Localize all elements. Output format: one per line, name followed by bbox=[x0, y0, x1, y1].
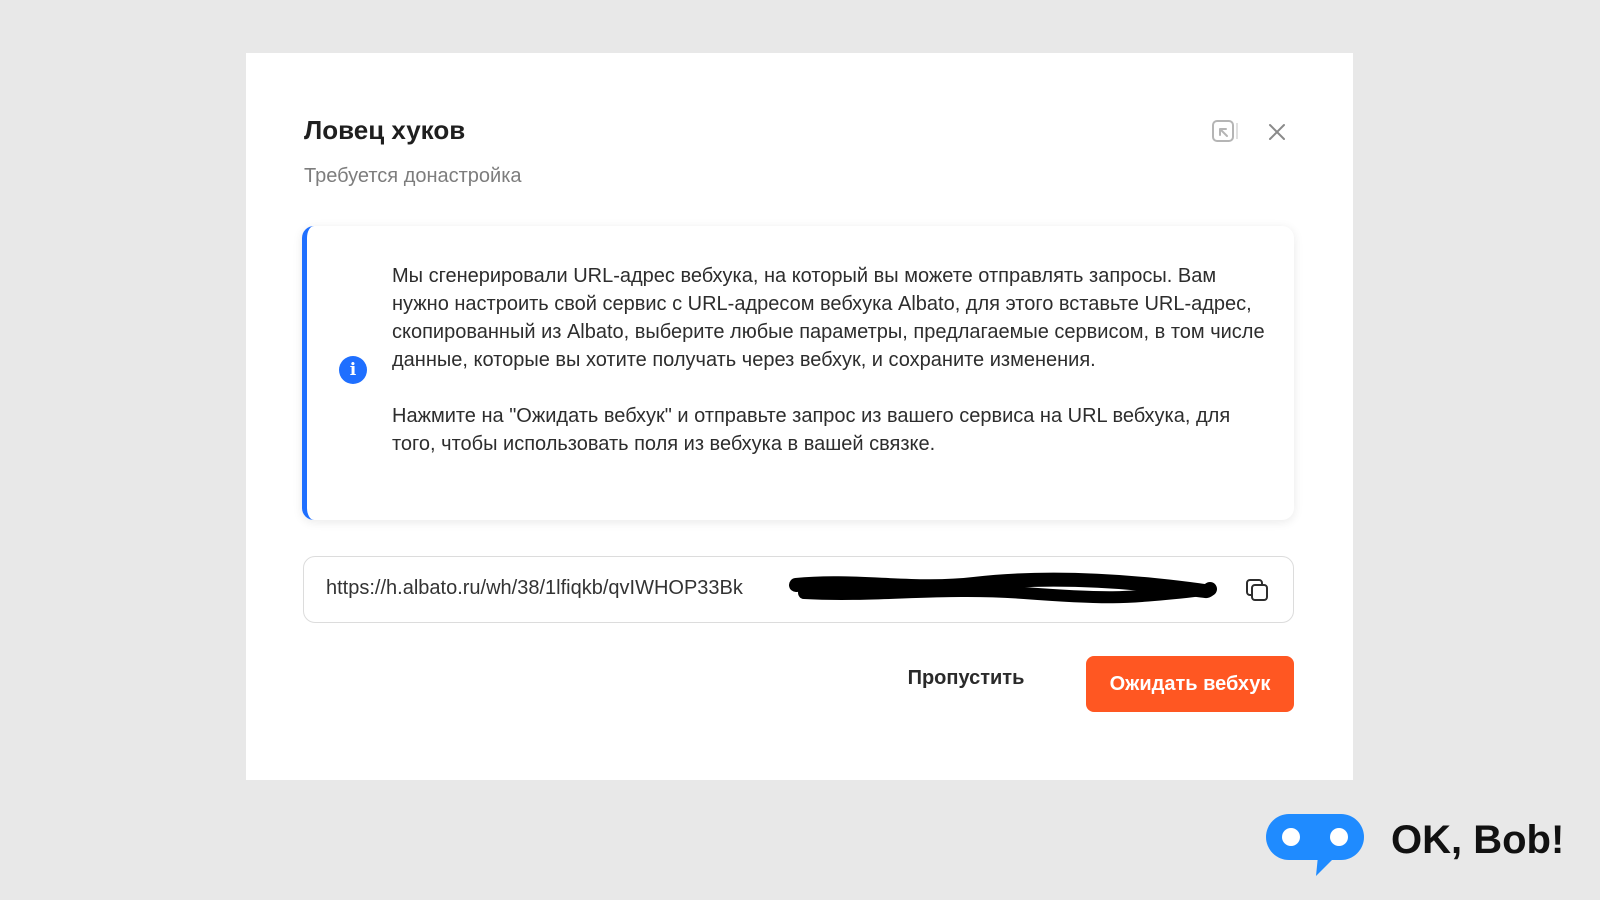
close-icon bbox=[1269, 124, 1285, 140]
skip-button[interactable]: Пропустить bbox=[901, 656, 1031, 700]
wait-webhook-button[interactable]: Ожидать вебхук bbox=[1086, 656, 1294, 712]
info-callout: i Мы сгенерировали URL-адрес вебхука, на… bbox=[302, 226, 1294, 520]
expand-window-icon bbox=[1212, 120, 1238, 142]
info-text: Мы сгенерировали URL-адрес вебхука, на к… bbox=[392, 262, 1272, 458]
copy-icon bbox=[1246, 579, 1268, 601]
info-paragraph-1: Мы сгенерировали URL-адрес вебхука, на к… bbox=[392, 265, 1265, 371]
modal-title: Ловец хуков bbox=[304, 115, 466, 145]
close-button[interactable] bbox=[1262, 117, 1292, 147]
webhook-url-value[interactable]: https://h.albato.ru/wh/38/1lfiqkb/qvIWHO… bbox=[326, 577, 743, 600]
chat-bubble-icon bbox=[1266, 814, 1364, 876]
webhook-url-field[interactable]: https://h.albato.ru/wh/38/1lfiqkb/qvIWHO… bbox=[303, 556, 1294, 623]
info-icon: i bbox=[339, 356, 367, 384]
redaction-scribble bbox=[789, 572, 1217, 604]
modal-subtitle: Требуется донастройка bbox=[304, 165, 522, 187]
info-paragraph-2: Нажмите на "Ожидать вебхук" и отправьте … bbox=[392, 405, 1231, 455]
expand-button[interactable] bbox=[1210, 117, 1240, 147]
brand-watermark: OK, Bob! bbox=[1266, 812, 1566, 882]
copy-button[interactable] bbox=[1242, 575, 1272, 605]
brand-text: OK, Bob! bbox=[1391, 818, 1565, 862]
webhook-catcher-modal: Ловец хуков Требуется донастройка i Мы с… bbox=[246, 53, 1353, 780]
